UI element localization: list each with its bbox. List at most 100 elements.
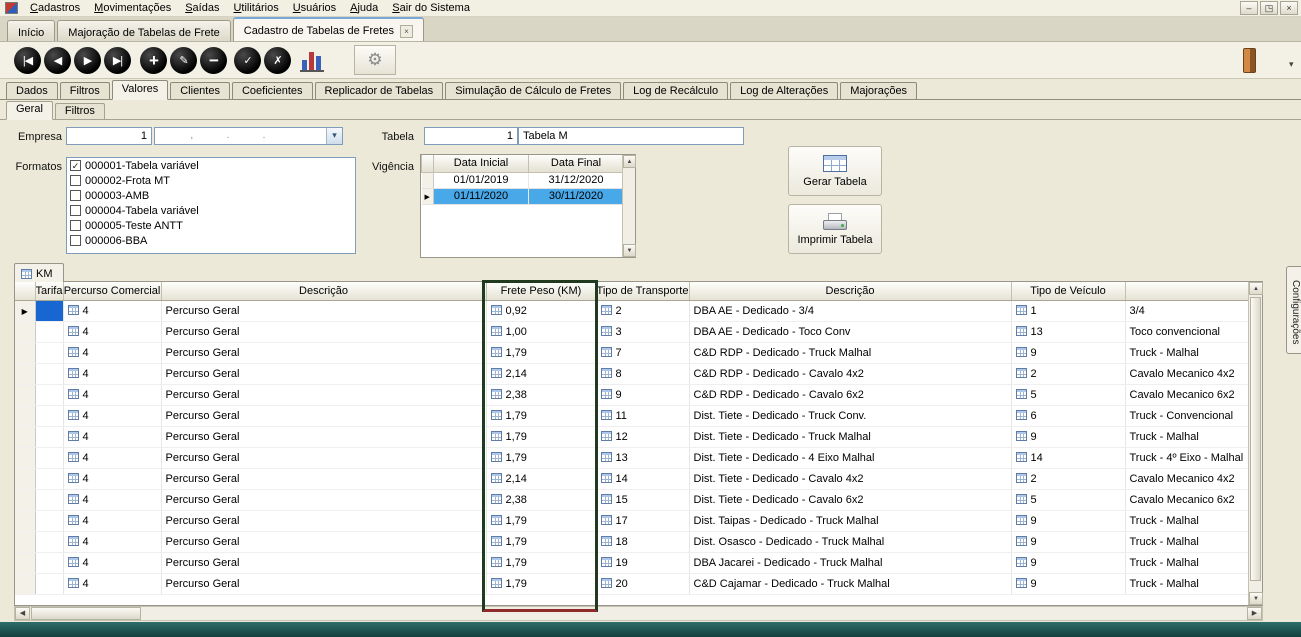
cell-tipo-veiculo[interactable]: 9 [1011,552,1125,573]
cell-tarifa[interactable] [35,447,63,468]
grid-row[interactable]: 4 Percurso Geral 1,79 7 C&D RDP - Dedica… [15,342,1249,363]
cell-tipo-veiculo[interactable]: 9 [1011,573,1125,594]
cell-percurso[interactable]: 4 [63,363,161,384]
cell-frete-peso[interactable]: 1,79 [486,447,596,468]
sub-tab[interactable]: Filtros [55,103,105,119]
cell-tipo-transporte[interactable]: 8 [596,363,689,384]
cell-veiculo-desc[interactable]: Truck - Malhal [1125,552,1249,573]
add-record-button[interactable]: + [140,47,167,74]
cell-percurso[interactable]: 4 [63,552,161,573]
cell-tipo-veiculo[interactable]: 2 [1011,468,1125,489]
scrollbar-thumb[interactable] [1250,297,1261,581]
cell-tipo-transporte[interactable]: 15 [596,489,689,510]
cell-tarifa[interactable] [35,468,63,489]
cell-transporte-desc[interactable]: Dist. Osasco - Dedicado - Truck Malhal [689,531,1011,552]
cell-percurso[interactable]: 4 [63,342,161,363]
page-tab[interactable]: Replicador de Tabelas [315,82,444,99]
cell-percurso-desc[interactable]: Percurso Geral [161,573,486,594]
cell-tipo-transporte[interactable]: 7 [596,342,689,363]
cell-tipo-transporte[interactable]: 20 [596,573,689,594]
col-descricao-transporte[interactable]: Descrição [689,282,1011,300]
empresa-code-input[interactable] [66,127,152,145]
cell-tipo-veiculo[interactable]: 6 [1011,405,1125,426]
document-tab[interactable]: Início × [7,20,55,41]
cell-tipo-transporte[interactable]: 13 [596,447,689,468]
tabela-code-input[interactable] [424,127,518,145]
scroll-down-icon[interactable]: ▼ [1249,592,1263,605]
cell-tipo-transporte[interactable]: 14 [596,468,689,489]
cell-frete-peso[interactable]: 0,92 [486,300,596,321]
page-tab[interactable]: Log de Recálculo [623,82,728,99]
checkbox-icon[interactable] [70,190,81,201]
cell-transporte-desc[interactable]: Dist. Tiete - Dedicado - Cavalo 6x2 [689,489,1011,510]
cell-percurso-desc[interactable]: Percurso Geral [161,384,486,405]
previous-record-button[interactable]: ◀ [44,47,71,74]
cell-tipo-veiculo[interactable]: 9 [1011,426,1125,447]
cell-tarifa[interactable] [35,426,63,447]
gerar-tabela-button[interactable]: Gerar Tabela [788,146,882,196]
vigencia-col-data-final[interactable]: Data Final [529,155,624,172]
cell-transporte-desc[interactable]: Dist. Tiete - Dedicado - Truck Malhal [689,426,1011,447]
edit-record-button[interactable]: ✎ [170,47,197,74]
first-record-button[interactable]: |◀ [14,47,41,74]
cell-tipo-veiculo[interactable]: 14 [1011,447,1125,468]
grid-row[interactable]: 4 Percurso Geral 2,14 8 C&D RDP - Dedica… [15,363,1249,384]
cell-tarifa[interactable] [35,363,63,384]
cell-tipo-transporte[interactable]: 12 [596,426,689,447]
cell-tarifa[interactable] [35,510,63,531]
page-tab[interactable]: Dados [6,82,58,99]
col-frete-peso-km[interactable]: Frete Peso (KM) [486,282,596,300]
vigencia-data-inicial-cell[interactable]: 01/11/2020 [434,188,529,204]
cell-percurso[interactable]: 4 [63,384,161,405]
document-tab[interactable]: Majoração de Tabelas de Frete × [57,20,230,41]
confirm-button[interactable]: ✓ [234,47,261,74]
cell-percurso-desc[interactable]: Percurso Geral [161,531,486,552]
formato-item[interactable]: 000003-AMB [67,188,355,203]
menu-item[interactable]: Utilitários [226,1,285,15]
imprimir-tabela-button[interactable]: Imprimir Tabela [788,204,882,254]
formato-item[interactable]: 000006-BBA [67,233,355,248]
grid-horizontal-scrollbar[interactable]: ◀ ▶ [14,606,1263,621]
col-veiculo-desc[interactable] [1125,282,1249,300]
cell-frete-peso[interactable]: 2,38 [486,384,596,405]
menu-item[interactable]: Usuários [286,1,343,15]
vigencia-data-inicial-cell[interactable]: 01/01/2019 [434,172,529,188]
cell-veiculo-desc[interactable]: Truck - 4º Eixo - Malhal [1125,447,1249,468]
col-tarifa[interactable]: Tarifa [35,282,63,300]
cell-tipo-veiculo[interactable]: 9 [1011,510,1125,531]
cell-frete-peso[interactable]: 1,79 [486,426,596,447]
page-tab[interactable]: Simulação de Cálculo de Fretes [445,82,621,99]
scroll-down-icon[interactable]: ▼ [623,244,636,257]
cell-frete-peso[interactable]: 2,14 [486,468,596,489]
cell-transporte-desc[interactable]: DBA AE - Dedicado - Toco Conv [689,321,1011,342]
cell-percurso-desc[interactable]: Percurso Geral [161,321,486,342]
cell-tipo-transporte[interactable]: 3 [596,321,689,342]
page-tab[interactable]: Log de Alterações [730,82,838,99]
cell-frete-peso[interactable]: 1,00 [486,321,596,342]
grid-row[interactable]: 4 Percurso Geral 0,92 2 DBA AE - Dedicad… [15,300,1249,321]
cell-tipo-veiculo[interactable]: 5 [1011,489,1125,510]
grid-row[interactable]: 4 Percurso Geral 1,79 20 C&D Cajamar - D… [15,573,1249,594]
cell-transporte-desc[interactable]: DBA AE - Dedicado - 3/4 [689,300,1011,321]
scroll-up-icon[interactable]: ▲ [623,155,636,168]
checkbox-icon[interactable] [70,235,81,246]
cell-frete-peso[interactable]: 1,79 [486,552,596,573]
col-percurso-comercial[interactable]: Percurso Comercial [63,282,161,300]
grid-row[interactable]: 4 Percurso Geral 1,79 12 Dist. Tiete - D… [15,426,1249,447]
formato-item[interactable]: 000004-Tabela variável [67,203,355,218]
cell-veiculo-desc[interactable]: Cavalo Mecanico 4x2 [1125,468,1249,489]
menu-item[interactable]: Cadastros [23,1,87,15]
restore-button[interactable]: ◳ [1260,1,1278,15]
menu-item[interactable]: Ajuda [343,1,385,15]
cell-tipo-veiculo[interactable]: 13 [1011,321,1125,342]
cell-percurso[interactable]: 4 [63,405,161,426]
formato-item[interactable]: 000002-Frota MT [67,173,355,188]
cell-frete-peso[interactable]: 1,79 [486,342,596,363]
tab-configuracoes[interactable]: Configurações [1286,266,1301,354]
next-record-button[interactable]: ▶ [74,47,101,74]
cell-veiculo-desc[interactable]: Truck - Malhal [1125,426,1249,447]
cell-percurso-desc[interactable]: Percurso Geral [161,510,486,531]
cell-frete-peso[interactable]: 1,79 [486,573,596,594]
cell-tarifa[interactable] [35,405,63,426]
grid-row[interactable]: 4 Percurso Geral 1,79 18 Dist. Osasco - … [15,531,1249,552]
